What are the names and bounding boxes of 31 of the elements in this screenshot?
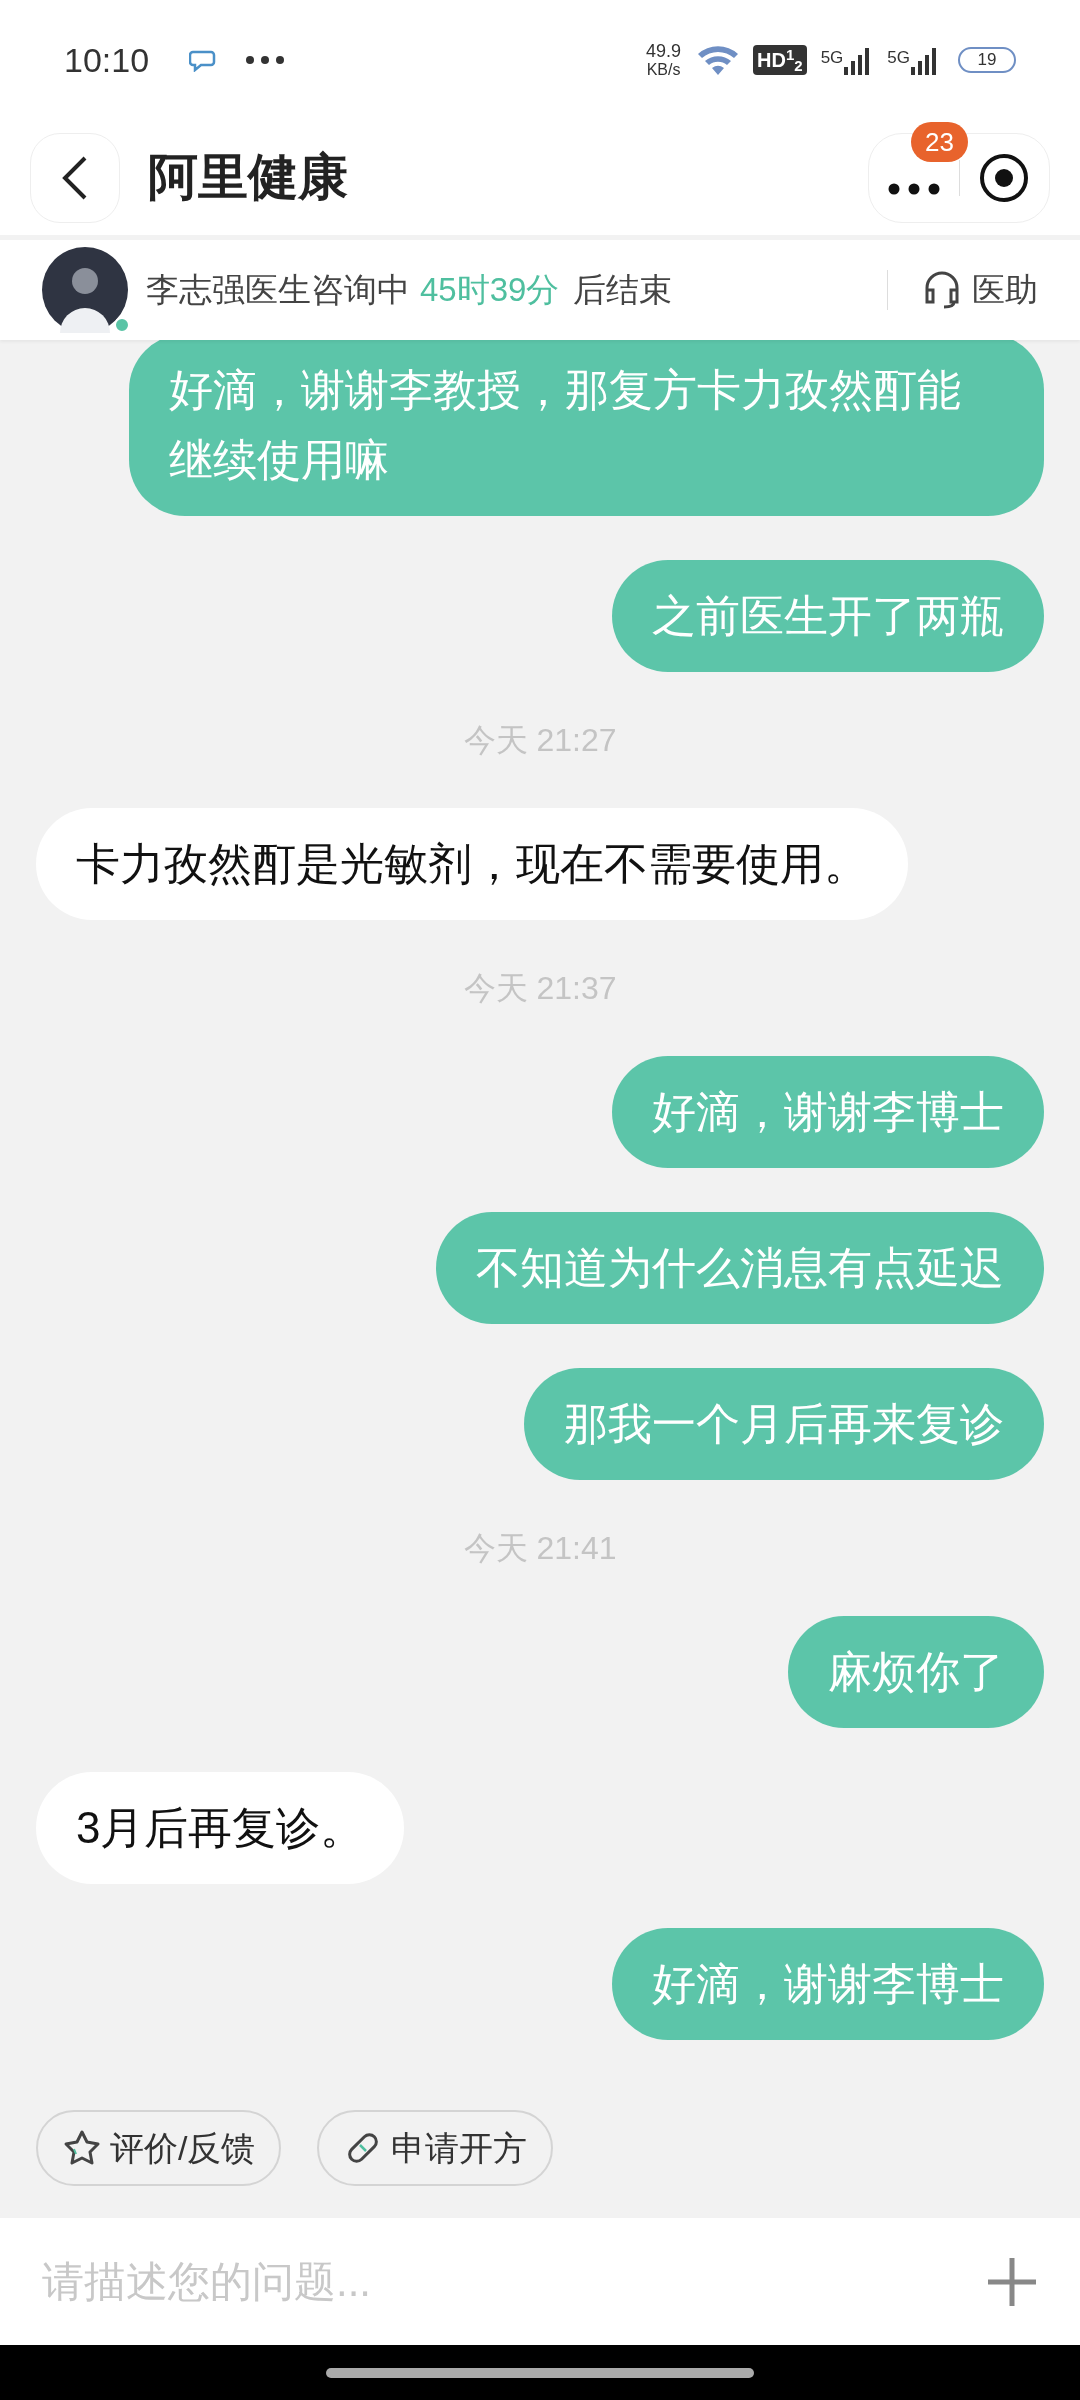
consult-status: 李志强医生咨询中 [146,270,410,311]
sent-message: 好滴，谢谢李博士 [612,1056,1044,1168]
back-icon [61,154,89,201]
sent-message: 不知道为什么消息有点延迟 [436,1212,1044,1324]
network-type: 5G [820,47,844,69]
page-title: 阿里健康 [148,148,348,207]
battery-level: 19 [977,49,997,72]
received-message: 3月后再复诊。 [36,1772,405,1884]
more-icon [887,182,940,195]
sent-message: 之前医生开了两瓶 [612,560,1044,672]
received-message: 卡力孜然酊是光敏剂，现在不需要使用。 [36,808,908,920]
feedback-button[interactable]: 评价/反馈 [36,2110,282,2186]
back-button[interactable] [30,132,120,223]
sent-message: 那我一个月后再来复诊 [524,1368,1044,1480]
status-time: 10:10 [64,39,150,81]
notification-badge: 23 [911,121,968,162]
prescription-button[interactable]: 申请开方 [317,2110,554,2186]
sent-message: 好滴，谢谢李教授，那复方卡力孜然酊能继续使用嘛 [129,340,1044,516]
add-icon[interactable] [986,2255,1038,2308]
sent-message: 好滴，谢谢李博士 [612,1928,1044,2040]
network-type: 5G [887,47,910,69]
network-speed: 49.9 [646,42,682,60]
consult-ends: 后结束 [573,270,673,311]
more-icon [245,55,286,65]
network-speed-unit: KB/s [646,62,681,78]
target-icon [979,152,1030,203]
person-figure [60,268,110,333]
assistant-button[interactable]: 医助 [922,265,1038,315]
sent-message: 麻烦你了 [788,1616,1044,1728]
remaining-time: 45时39分 [420,270,560,311]
home-indicator[interactable] [326,2367,754,2378]
